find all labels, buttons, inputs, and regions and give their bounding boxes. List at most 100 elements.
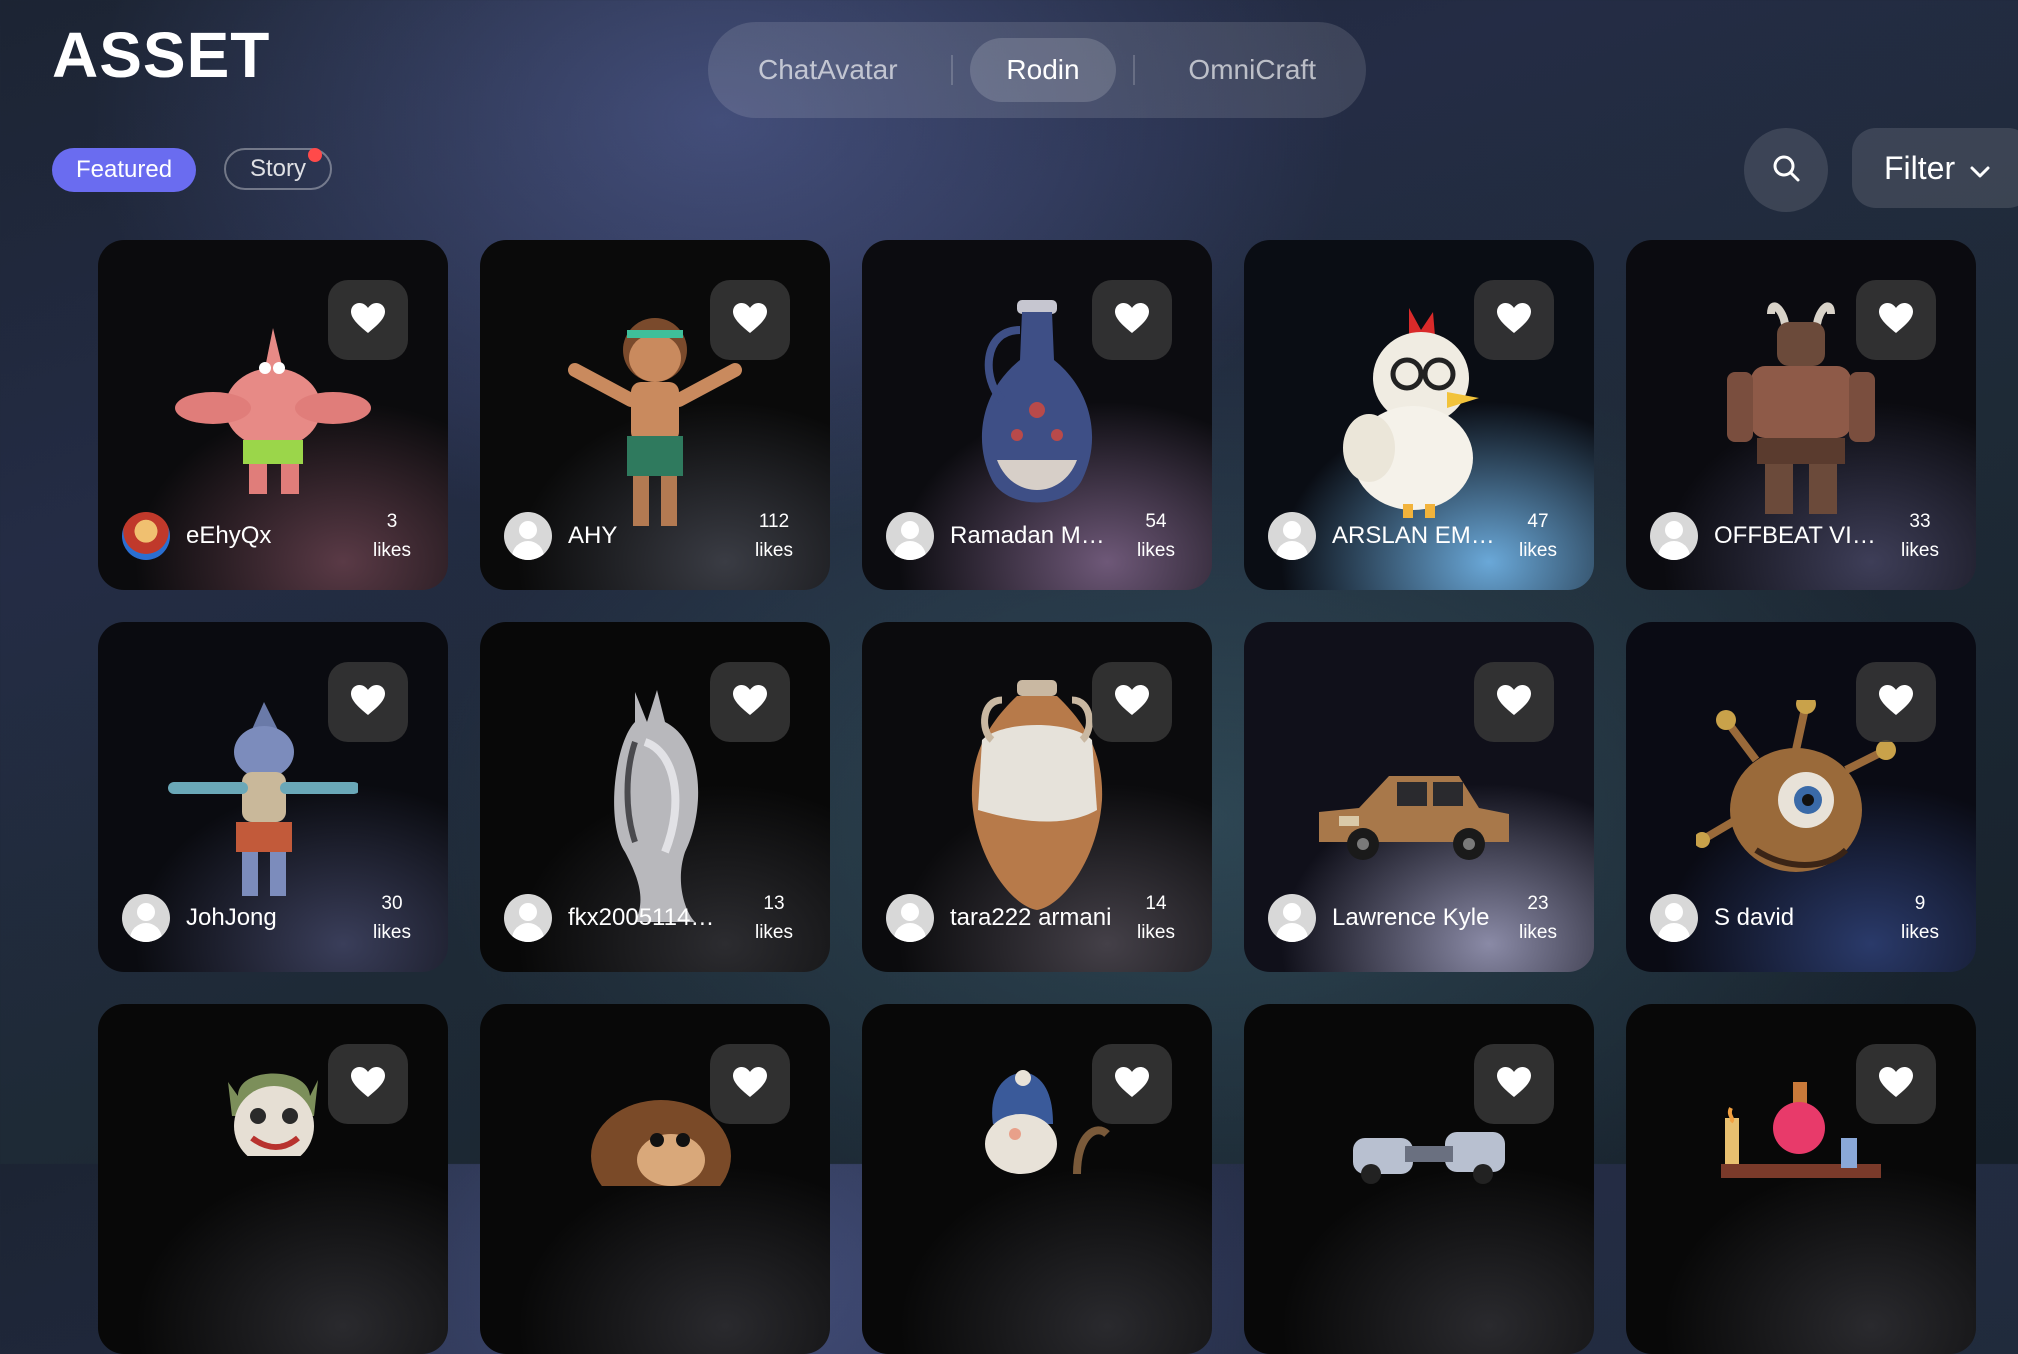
like-button[interactable] bbox=[1092, 280, 1172, 360]
default-avatar-icon[interactable] bbox=[122, 894, 170, 942]
tab-rodin[interactable]: Rodin bbox=[970, 38, 1116, 102]
like-count: 30 likes bbox=[360, 889, 424, 947]
filter-button[interactable]: Filter bbox=[1852, 128, 2018, 208]
like-count-number: 3 bbox=[386, 511, 398, 532]
asset-card[interactable]: Ramadan Muha... 54 likes bbox=[862, 240, 1212, 590]
like-button[interactable] bbox=[328, 1044, 408, 1124]
creator-name[interactable]: Lawrence Kyle bbox=[1332, 904, 1500, 932]
heart-icon bbox=[1878, 684, 1914, 721]
heart-icon bbox=[350, 1066, 386, 1103]
card-footer: Lawrence Kyle 23 likes bbox=[1268, 888, 1570, 948]
default-avatar-icon[interactable] bbox=[1650, 894, 1698, 942]
card-footer: S david 9 likes bbox=[1650, 888, 1952, 948]
like-count: 54 likes bbox=[1124, 507, 1188, 565]
default-avatar-icon[interactable] bbox=[886, 894, 934, 942]
like-button[interactable] bbox=[710, 1044, 790, 1124]
tab-chatavatar[interactable]: ChatAvatar bbox=[722, 38, 934, 102]
like-count-label: likes bbox=[754, 540, 793, 561]
amphora-model-preview bbox=[962, 680, 1112, 915]
asset-card[interactable]: AHY 112 likes bbox=[480, 240, 830, 590]
heart-icon bbox=[350, 302, 386, 339]
like-count-label: likes bbox=[372, 540, 411, 561]
like-button[interactable] bbox=[1092, 662, 1172, 742]
user-avatar[interactable] bbox=[122, 512, 170, 560]
old-car-model-preview bbox=[1309, 752, 1519, 877]
default-avatar-icon[interactable] bbox=[886, 512, 934, 560]
like-count: 13 likes bbox=[742, 889, 806, 947]
like-count-label: likes bbox=[1136, 922, 1175, 943]
joker-model-preview bbox=[218, 1066, 328, 1166]
card-footer: JohJong 30 likes bbox=[122, 888, 424, 948]
asset-card[interactable] bbox=[862, 1004, 1212, 1354]
asset-card[interactable] bbox=[1244, 1004, 1594, 1354]
asset-card[interactable]: S david 9 likes bbox=[1626, 622, 1976, 972]
asset-card[interactable]: Lawrence Kyle 23 likes bbox=[1244, 622, 1594, 972]
heart-icon bbox=[1878, 302, 1914, 339]
app-logo[interactable]: ASSET bbox=[52, 18, 270, 92]
default-avatar-icon[interactable] bbox=[1650, 512, 1698, 560]
creator-name[interactable]: AHY bbox=[568, 522, 736, 550]
like-button[interactable] bbox=[1092, 1044, 1172, 1124]
asset-card[interactable]: tara222 armani 14 likes bbox=[862, 622, 1212, 972]
story-chip[interactable]: Story bbox=[224, 148, 333, 190]
heart-icon bbox=[1114, 1066, 1150, 1103]
like-count-number: 33 bbox=[1909, 511, 1931, 532]
like-count-number: 30 bbox=[381, 893, 403, 914]
like-button[interactable] bbox=[1474, 1044, 1554, 1124]
like-button[interactable] bbox=[1474, 662, 1554, 742]
tab-omnicraft[interactable]: OmniCraft bbox=[1152, 38, 1352, 102]
like-button[interactable] bbox=[328, 280, 408, 360]
creator-name[interactable]: S david bbox=[1714, 904, 1882, 932]
creator-name[interactable]: fkx2005114@qq... bbox=[568, 904, 736, 932]
default-avatar-icon[interactable] bbox=[504, 512, 552, 560]
creator-name[interactable]: ARSLAN EMİRH... bbox=[1332, 522, 1500, 550]
chevron-down-icon bbox=[1955, 150, 1991, 187]
search-button[interactable] bbox=[1744, 128, 1828, 212]
heart-icon bbox=[1114, 302, 1150, 339]
creator-name[interactable]: eEhyQx bbox=[186, 522, 354, 550]
search-icon bbox=[1771, 153, 1801, 188]
tab-divider bbox=[1133, 55, 1135, 85]
like-count: 3 likes bbox=[360, 507, 424, 565]
like-count-number: 23 bbox=[1527, 893, 1549, 914]
like-count: 9 likes bbox=[1888, 889, 1952, 947]
like-count-number: 54 bbox=[1145, 511, 1167, 532]
like-button[interactable] bbox=[1856, 662, 1936, 742]
card-footer: ARSLAN EMİRH... 47 likes bbox=[1268, 506, 1570, 566]
like-button[interactable] bbox=[1856, 1044, 1936, 1124]
asset-card[interactable]: JohJong 30 likes bbox=[98, 622, 448, 972]
like-button[interactable] bbox=[1474, 280, 1554, 360]
like-count-number: 14 bbox=[1145, 893, 1167, 914]
default-avatar-icon[interactable] bbox=[504, 894, 552, 942]
like-button[interactable] bbox=[710, 662, 790, 742]
card-footer: eEhyQx 3 likes bbox=[122, 506, 424, 566]
default-avatar-icon[interactable] bbox=[1268, 894, 1316, 942]
heart-icon bbox=[1496, 302, 1532, 339]
asset-card[interactable]: fkx2005114@qq... 13 likes bbox=[480, 622, 830, 972]
filter-label: Filter bbox=[1884, 149, 1956, 186]
asset-card[interactable]: ARSLAN EMİRH... 47 likes bbox=[1244, 240, 1594, 590]
creator-name[interactable]: OFFBEAT VIBES bbox=[1714, 522, 1882, 550]
like-count: 33 likes bbox=[1888, 507, 1952, 565]
asset-card[interactable] bbox=[480, 1004, 830, 1354]
card-footer: Ramadan Muha... 54 likes bbox=[886, 506, 1188, 566]
like-button[interactable] bbox=[710, 280, 790, 360]
asset-card[interactable]: eEhyQx 3 likes bbox=[98, 240, 448, 590]
asset-card[interactable]: OFFBEAT VIBES 33 likes bbox=[1626, 240, 1976, 590]
like-button[interactable] bbox=[328, 662, 408, 742]
like-count-number: 9 bbox=[1914, 893, 1926, 914]
like-count-number: 13 bbox=[763, 893, 785, 914]
card-footer: tara222 armani 14 likes bbox=[886, 888, 1188, 948]
creator-name[interactable]: tara222 armani bbox=[950, 904, 1118, 932]
like-button[interactable] bbox=[1856, 280, 1936, 360]
like-count: 14 likes bbox=[1124, 889, 1188, 947]
tab-divider bbox=[950, 55, 953, 85]
asset-card[interactable] bbox=[98, 1004, 448, 1354]
creator-name[interactable]: Ramadan Muha... bbox=[950, 522, 1118, 550]
creator-name[interactable]: JohJong bbox=[186, 904, 354, 932]
default-avatar-icon[interactable] bbox=[1268, 512, 1316, 560]
asset-card[interactable] bbox=[1626, 1004, 1976, 1354]
featured-chip[interactable]: Featured bbox=[52, 148, 197, 192]
heart-icon bbox=[1878, 1066, 1914, 1103]
heart-icon bbox=[1114, 684, 1150, 721]
